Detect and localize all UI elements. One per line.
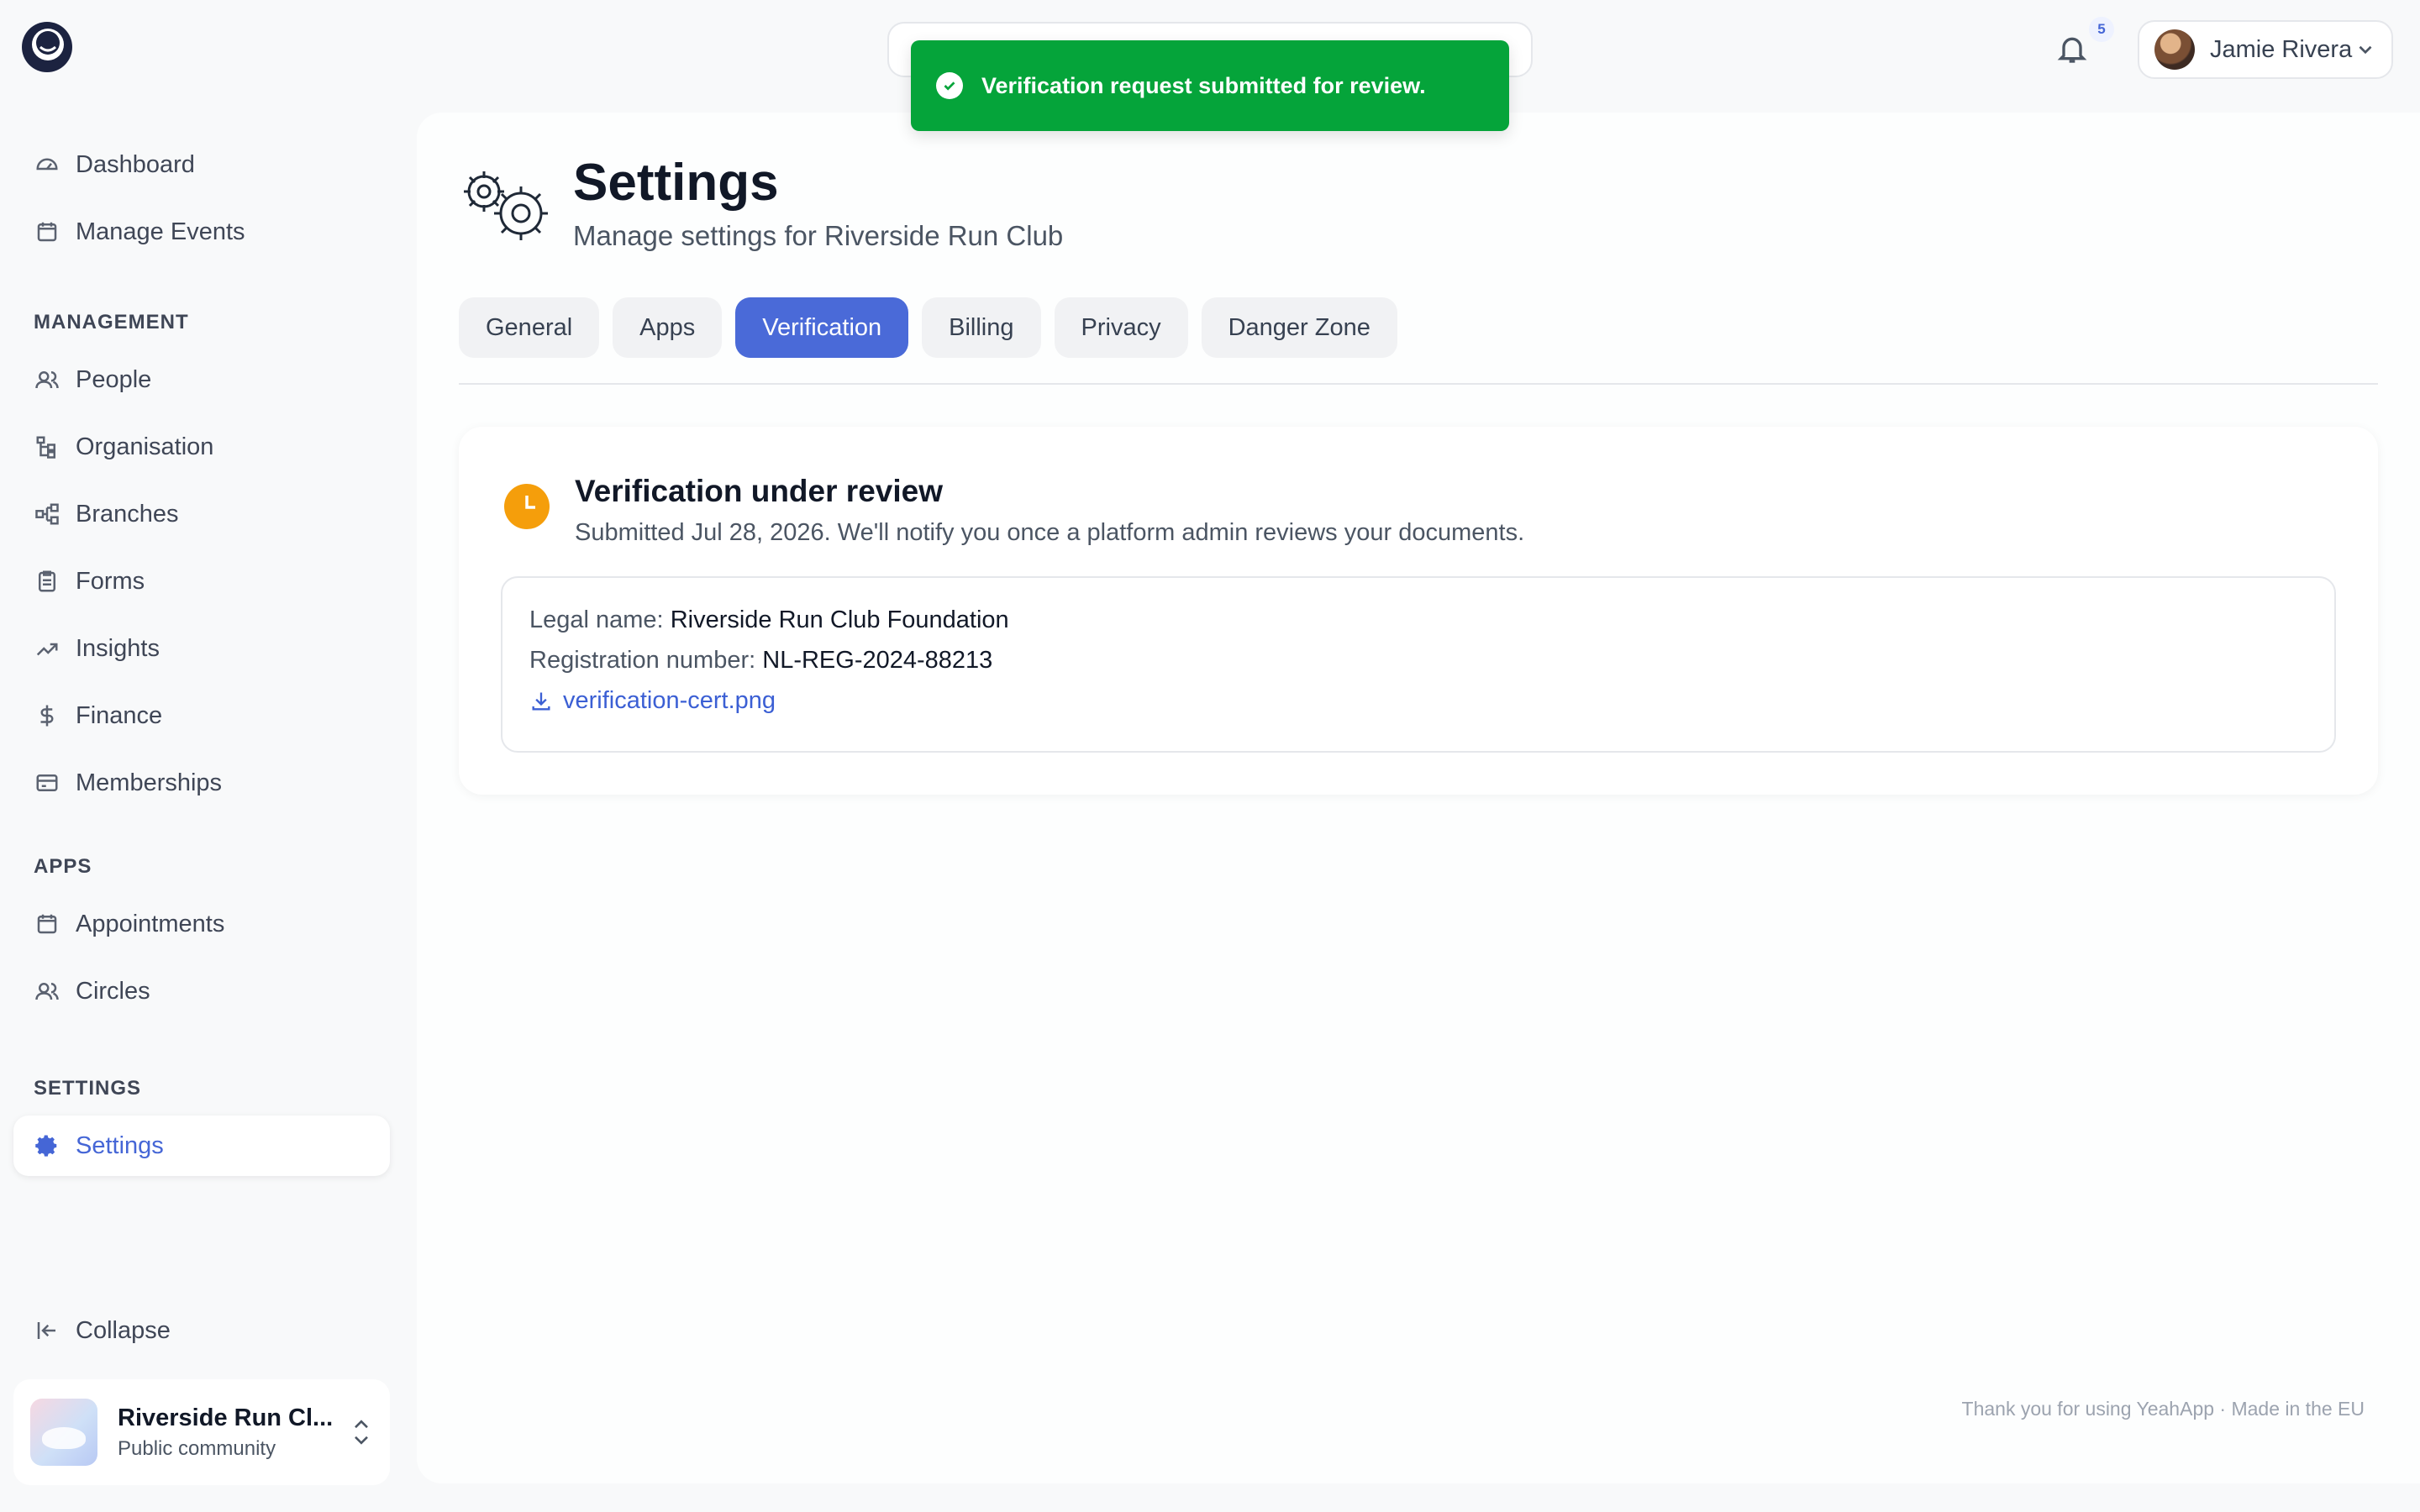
user-menu[interactable]: Jamie Rivera <box>2138 20 2393 79</box>
verification-title: Verification under review <box>575 474 943 508</box>
tab-general[interactable]: General <box>459 297 600 358</box>
card-icon <box>34 769 60 796</box>
sidebar-item-manage-events[interactable]: Manage Events <box>13 202 390 262</box>
trend-icon <box>34 635 60 662</box>
collapse-button[interactable]: Collapse <box>13 1300 390 1361</box>
toast-message: Verification request submitted for revie… <box>981 72 1426 98</box>
sidebar-item-label: Dashboard <box>76 150 195 178</box>
page-title: Settings <box>573 154 779 212</box>
sidebar-item-label: Insights <box>76 634 160 662</box>
gears-icon <box>464 171 548 240</box>
check-circle-icon <box>936 72 963 99</box>
people-icon <box>34 978 60 1005</box>
bell-icon <box>2057 37 2087 63</box>
sidebar-item-memberships[interactable]: Memberships <box>13 753 390 813</box>
legal-name-value: Riverside Run Club Foundation <box>670 606 1009 633</box>
footer-text: Thank you for using YeahApp · Made in th… <box>1961 1398 2365 1420</box>
sidebar-item-label: Memberships <box>76 769 223 796</box>
tabs-divider <box>459 383 2378 385</box>
legal-name-label: Legal name: <box>529 606 664 633</box>
chevron-down-icon <box>2359 45 2372 55</box>
sidebar: Dashboard Manage Events MANAGEMENT Peopl… <box>0 0 412 1512</box>
sidebar-item-label: Forms <box>76 567 145 595</box>
calendar-icon <box>34 218 60 245</box>
dollar-icon <box>34 702 60 729</box>
clipboard-icon <box>34 568 60 595</box>
gauge-icon <box>34 151 60 178</box>
sidebar-item-settings[interactable]: Settings <box>13 1116 390 1176</box>
people-icon <box>34 366 60 393</box>
sidebar-item-finance[interactable]: Finance <box>13 685 390 746</box>
avatar <box>2154 29 2195 70</box>
sidebar-item-branches[interactable]: Branches <box>13 484 390 544</box>
sidebar-item-forms[interactable]: Forms <box>13 551 390 612</box>
registration-value: NL-REG-2024-88213 <box>762 647 993 674</box>
org-name: Riverside Run Cl... <box>118 1404 334 1431</box>
org-type: Public community <box>118 1436 276 1460</box>
org-tree-icon <box>34 433 60 460</box>
tab-apps[interactable]: Apps <box>613 297 723 358</box>
chevron-updown-icon <box>355 1420 368 1445</box>
collapse-label: Collapse <box>76 1316 171 1344</box>
sidebar-item-label: Appointments <box>76 910 225 937</box>
sidebar-item-label: Organisation <box>76 433 214 460</box>
sidebar-item-label: People <box>76 365 152 393</box>
notification-badge: 5 <box>2089 17 2114 42</box>
file-name: verification-cert.png <box>563 687 776 714</box>
section-label-apps: APPS <box>34 855 92 878</box>
settings-tabs: General Apps Verification Billing Privac… <box>459 297 1397 358</box>
sidebar-item-label: Finance <box>76 701 163 729</box>
section-label-settings: SETTINGS <box>34 1077 142 1100</box>
notifications-button[interactable] <box>2055 32 2092 69</box>
collapse-icon <box>34 1317 60 1344</box>
sidebar-item-label: Branches <box>76 500 179 528</box>
clock-icon <box>504 484 550 529</box>
sidebar-item-people[interactable]: People <box>13 349 390 410</box>
sidebar-item-label: Manage Events <box>76 218 245 245</box>
org-avatar <box>30 1399 97 1466</box>
calendar-icon <box>34 911 60 937</box>
sidebar-item-dashboard[interactable]: Dashboard <box>13 134 390 195</box>
tab-danger-zone[interactable]: Danger Zone <box>1201 297 1397 358</box>
sidebar-item-label: Circles <box>76 977 150 1005</box>
gear-icon <box>34 1132 60 1159</box>
section-label-management: MANAGEMENT <box>34 311 189 333</box>
legal-name-row: Legal name: Riverside Run Club Foundatio… <box>529 606 1009 634</box>
download-icon <box>532 692 550 710</box>
verification-subtitle: Submitted Jul 28, 2026. We'll notify you… <box>575 519 1525 546</box>
org-switcher[interactable]: Riverside Run Cl... Public community <box>13 1379 390 1485</box>
registration-row: Registration number: NL-REG-2024-88213 <box>529 647 992 675</box>
sidebar-item-label: Settings <box>76 1131 164 1159</box>
registration-label: Registration number: <box>529 647 756 674</box>
page-subtitle: Manage settings for Riverside Run Club <box>573 220 1064 251</box>
tab-privacy[interactable]: Privacy <box>1054 297 1188 358</box>
branches-icon <box>34 501 60 528</box>
tab-verification[interactable]: Verification <box>735 297 909 358</box>
tab-billing[interactable]: Billing <box>922 297 1041 358</box>
sidebar-item-organisation[interactable]: Organisation <box>13 417 390 477</box>
sidebar-item-circles[interactable]: Circles <box>13 961 390 1021</box>
success-toast: Verification request submitted for revie… <box>911 40 1509 131</box>
user-name: Jamie Rivera <box>2210 35 2353 63</box>
sidebar-item-insights[interactable]: Insights <box>13 618 390 679</box>
sidebar-item-appointments[interactable]: Appointments <box>13 894 390 954</box>
download-file-link[interactable]: verification-cert.png <box>529 687 776 715</box>
